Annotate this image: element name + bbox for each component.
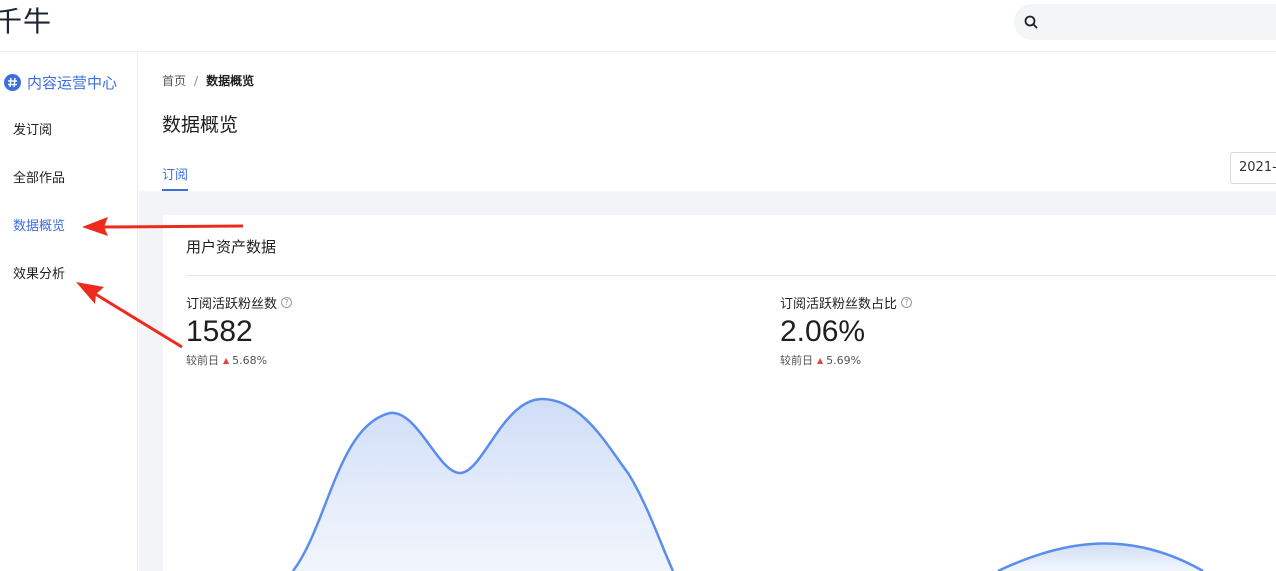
sidebar-item-effect-analysis[interactable]: 效果分析 xyxy=(13,263,65,282)
breadcrumb-home[interactable]: 首页 xyxy=(162,74,186,88)
user-asset-card: 用户资产数据 订阅活跃粉丝数 ? 1582 较前日 ▲ 5.68% 订阅活跃粉丝… xyxy=(163,215,1276,571)
chart-area-1 xyxy=(293,398,673,571)
date-picker[interactable]: 2021-0 xyxy=(1230,152,1276,184)
sidebar-item-all-works[interactable]: 全部作品 xyxy=(13,167,65,186)
breadcrumb-current: 数据概览 xyxy=(206,74,255,88)
app-logo[interactable]: 千牛 xyxy=(0,4,52,40)
page-title: 数据概览 xyxy=(162,114,239,136)
tab-subscription[interactable]: 订阅 xyxy=(162,164,189,191)
sidebar-item-publish-subscription[interactable]: 发订阅 xyxy=(13,119,52,138)
sidebar-header-label: 内容运营中心 xyxy=(27,74,118,92)
top-bar: 千牛 xyxy=(0,0,1276,52)
breadcrumb-separator: / xyxy=(194,74,199,88)
search-box[interactable] xyxy=(1014,4,1276,40)
trend-area-charts xyxy=(292,397,1204,571)
sidebar-item-data-overview[interactable]: 数据概览 xyxy=(13,215,65,234)
sidebar: 内容运营中心 发订阅 全部作品 数据概览 效果分析 xyxy=(0,52,138,571)
main-content: 首页 / 数据概览 数据概览 订阅 2021-0 用户资产数据 订阅活跃粉丝数 ? … xyxy=(139,52,1276,571)
search-icon xyxy=(1024,15,1038,29)
sidebar-header[interactable]: 内容运营中心 xyxy=(4,72,117,93)
hashtag-icon xyxy=(4,74,21,91)
search-input[interactable] xyxy=(1046,13,1266,31)
breadcrumb: 首页 / 数据概览 xyxy=(162,72,254,89)
